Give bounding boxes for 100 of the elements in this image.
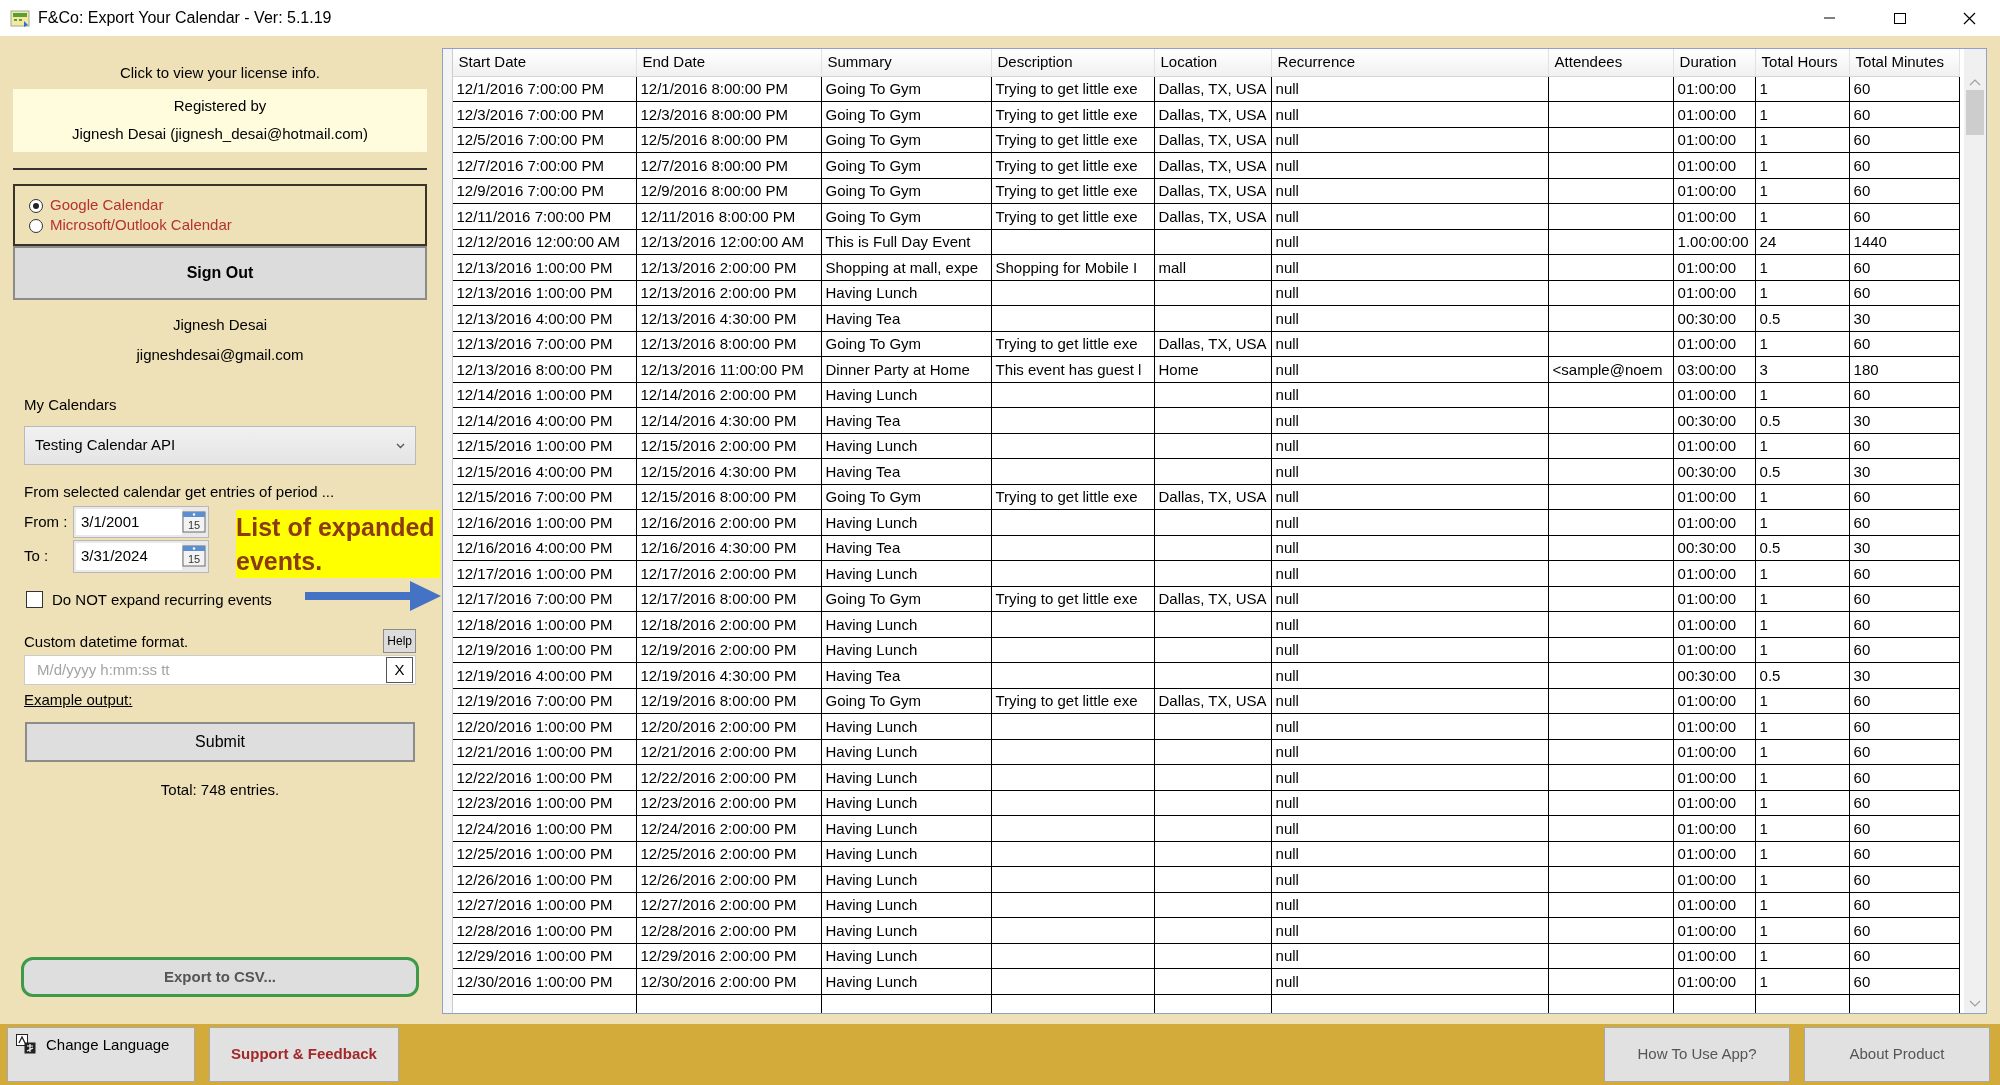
table-cell: 1 <box>1755 764 1850 790</box>
table-cell: mall <box>1154 254 1272 280</box>
column-header[interactable]: Attendees <box>1548 49 1674 76</box>
scroll-up-icon[interactable] <box>1969 79 1981 86</box>
about-button[interactable]: About Product <box>1804 1027 1990 1082</box>
checkbox[interactable] <box>26 591 43 609</box>
calendar-icon[interactable]: 15 <box>182 509 206 534</box>
column-header[interactable]: Location <box>1154 49 1272 76</box>
scrollbar[interactable] <box>1964 49 1986 1013</box>
table-cell: 60 <box>1849 790 1960 816</box>
table-cell: null <box>1271 637 1549 663</box>
table-cell: Having Lunch <box>821 866 991 892</box>
sign-out-button[interactable]: Sign Out <box>13 245 427 300</box>
table-cell: Trying to get little exe <box>991 331 1154 357</box>
format-label: Custom datetime format. <box>24 631 189 652</box>
table-cell: Trying to get little exe <box>991 76 1154 102</box>
checkbox-label[interactable]: Do NOT expand recurring events <box>52 588 272 611</box>
table-cell: 01:00:00 <box>1673 866 1756 892</box>
column-header[interactable]: Description <box>991 49 1154 76</box>
column-header[interactable]: Duration <box>1673 49 1756 76</box>
table-cell: 12/23/2016 1:00:00 PM <box>452 790 636 816</box>
table-cell: 01:00:00 <box>1673 611 1756 637</box>
help-button[interactable]: Help <box>383 629 416 653</box>
radio-button[interactable] <box>29 218 43 233</box>
table-cell: 01:00:00 <box>1673 764 1756 790</box>
table-cell: 01:00:00 <box>1673 841 1756 867</box>
table-cell: 12/20/2016 2:00:00 PM <box>636 713 821 739</box>
table-cell: 60 <box>1849 433 1960 459</box>
table-cell: 01:00:00 <box>1673 433 1756 459</box>
table-cell: 60 <box>1849 688 1960 714</box>
table-cell: null <box>1271 841 1549 867</box>
column-header[interactable]: Summary <box>821 49 991 76</box>
table-cell: 12/11/2016 8:00:00 PM <box>636 203 821 229</box>
date-field[interactable]: 3/31/2024 15 <box>73 540 209 573</box>
table-cell: 01:00:00 <box>1673 637 1756 663</box>
table-cell: 1 <box>1755 892 1850 918</box>
table-cell: 60 <box>1849 637 1960 663</box>
column-header[interactable]: Recurrence <box>1271 49 1549 76</box>
radio-button[interactable] <box>29 198 43 213</box>
date-field[interactable]: 3/1/2001 15 <box>73 505 209 538</box>
column-header[interactable]: Start Date <box>452 49 636 76</box>
support-button[interactable]: Support & Feedback <box>209 1027 399 1082</box>
registered-user: Jignesh Desai (jignesh_desai@hotmail.com) <box>70 123 370 144</box>
table-cell: 30 <box>1849 305 1960 331</box>
table-cell: 01:00:00 <box>1673 815 1756 841</box>
column-header[interactable]: Total Minutes <box>1849 49 1960 76</box>
table-cell: 12/13/2016 11:00:00 PM <box>636 356 821 382</box>
table-cell: 1.00:00:00 <box>1673 229 1756 255</box>
license-link[interactable]: Click to view your license info. <box>13 62 427 85</box>
table-cell: 60 <box>1849 280 1960 306</box>
table-cell: 60 <box>1849 560 1960 586</box>
table-cell: null <box>1271 458 1549 484</box>
table-cell: 12/12/2016 12:00:00 AM <box>452 229 636 255</box>
scroll-down-icon[interactable] <box>1969 1000 1981 1007</box>
change-language-button[interactable]: Change Language <box>7 1027 195 1082</box>
table-cell: Having Lunch <box>821 713 991 739</box>
column-header[interactable]: End Date <box>636 49 821 76</box>
clear-button[interactable]: X <box>386 657 413 683</box>
table-cell: 3 <box>1755 356 1850 382</box>
maximize-icon <box>1892 11 1906 25</box>
example-output-link[interactable]: Example output: <box>24 691 133 708</box>
table-cell: 60 <box>1849 866 1960 892</box>
radio-label[interactable]: Microsoft/Outlook Calendar <box>50 214 232 237</box>
table-cell: 01:00:00 <box>1673 484 1756 510</box>
table-cell: 60 <box>1849 815 1960 841</box>
table-cell: 12/22/2016 2:00:00 PM <box>636 764 821 790</box>
table-cell: 12/3/2016 8:00:00 PM <box>636 101 821 127</box>
table-cell: 01:00:00 <box>1673 127 1756 153</box>
table-cell: 1 <box>1755 382 1850 408</box>
table-cell: Having Tea <box>821 305 991 331</box>
calendar-icon[interactable]: 15 <box>182 544 206 569</box>
table-cell: 12/19/2016 4:00:00 PM <box>452 662 636 688</box>
export-button[interactable]: Export to CSV... <box>21 957 419 997</box>
table-cell: 1 <box>1755 433 1850 459</box>
table-cell: null <box>1271 866 1549 892</box>
radio-label[interactable]: Google Calendar <box>50 194 164 217</box>
table-cell: 12/29/2016 2:00:00 PM <box>636 943 821 969</box>
table-cell: 60 <box>1849 127 1960 153</box>
table-cell: 1 <box>1755 178 1850 204</box>
window-title: F&Co: Export Your Calendar - Ver: 5.1.19 <box>38 8 332 28</box>
table-cell: 12/28/2016 1:00:00 PM <box>452 917 636 943</box>
table-cell: null <box>1271 127 1549 153</box>
table-cell: 1 <box>1755 866 1850 892</box>
format-field[interactable]: M/d/yyyy h:mm:ss tt X <box>24 655 416 685</box>
scroll-thumb[interactable] <box>1966 90 1984 135</box>
column-header[interactable]: Total Hours <box>1755 49 1850 76</box>
calendar-dropdown[interactable]: Testing Calendar API <box>24 426 416 465</box>
how-to-button[interactable]: How To Use App? <box>1604 1027 1790 1082</box>
table-cell: Dallas, TX, USA <box>1154 484 1272 510</box>
table-cell: 180 <box>1849 356 1960 382</box>
table-cell: 60 <box>1849 254 1960 280</box>
table-cell: 12/20/2016 1:00:00 PM <box>452 713 636 739</box>
table-cell: null <box>1271 433 1549 459</box>
table-cell: 60 <box>1849 892 1960 918</box>
table-cell: 12/19/2016 4:30:00 PM <box>636 662 821 688</box>
table-cell: 12/14/2016 4:30:00 PM <box>636 407 821 433</box>
table-cell: Dallas, TX, USA <box>1154 203 1272 229</box>
table-cell: Going To Gym <box>821 152 991 178</box>
submit-button[interactable]: Submit <box>25 721 415 762</box>
table-cell: null <box>1271 101 1549 127</box>
